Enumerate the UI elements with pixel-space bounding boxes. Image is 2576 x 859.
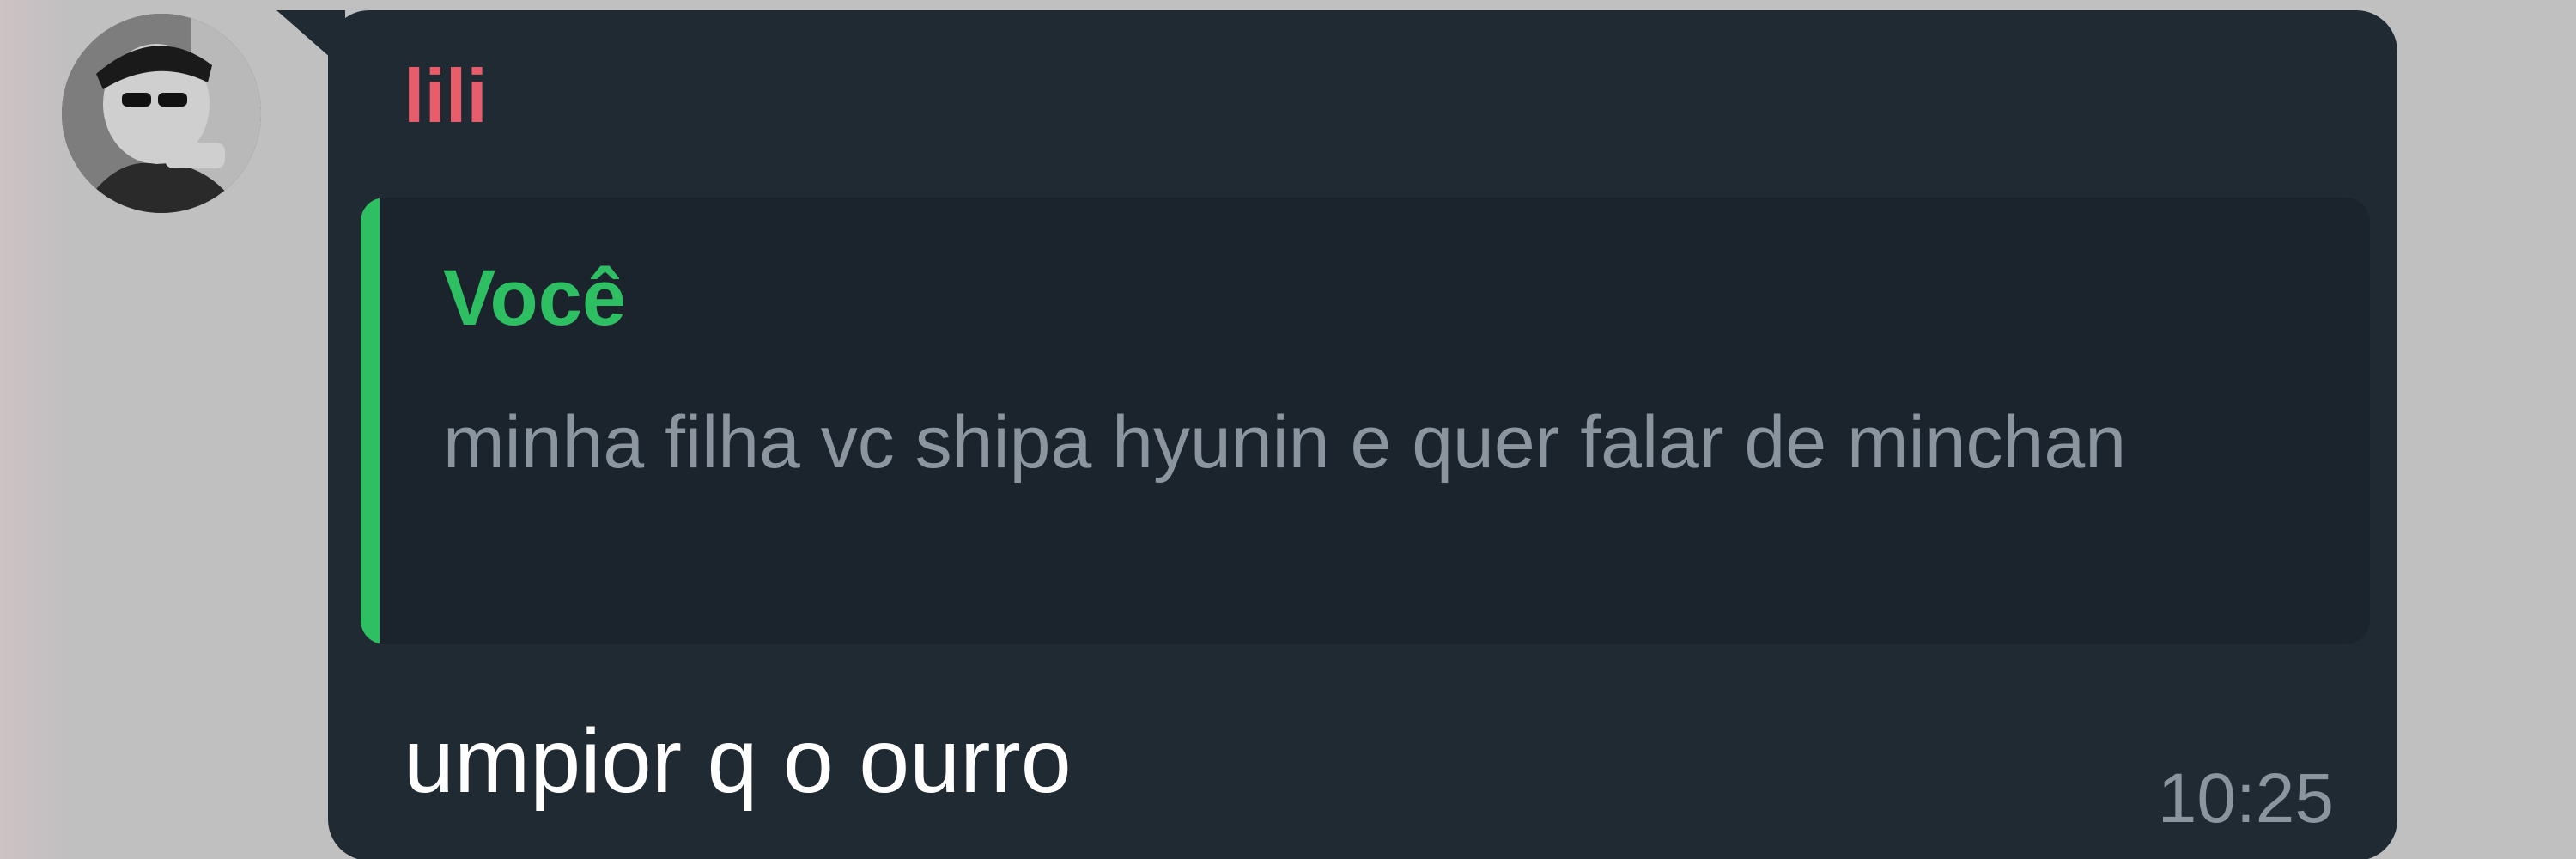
message-timestamp: 10:25 <box>2157 759 2334 838</box>
quoted-author: Você <box>443 254 627 342</box>
quoted-text: minha filha vc shipa hyunin e quer falar… <box>443 401 2127 484</box>
message-text: umpior q o ourro <box>404 710 1072 812</box>
screen-edge <box>0 0 69 859</box>
sender-avatar[interactable] <box>62 14 261 213</box>
quote-accent-bar <box>361 198 380 644</box>
sender-name[interactable]: lili <box>404 53 488 139</box>
quoted-reply[interactable]: Você minha filha vc shipa hyunin e quer … <box>361 198 2370 644</box>
avatar-photo <box>62 14 261 213</box>
